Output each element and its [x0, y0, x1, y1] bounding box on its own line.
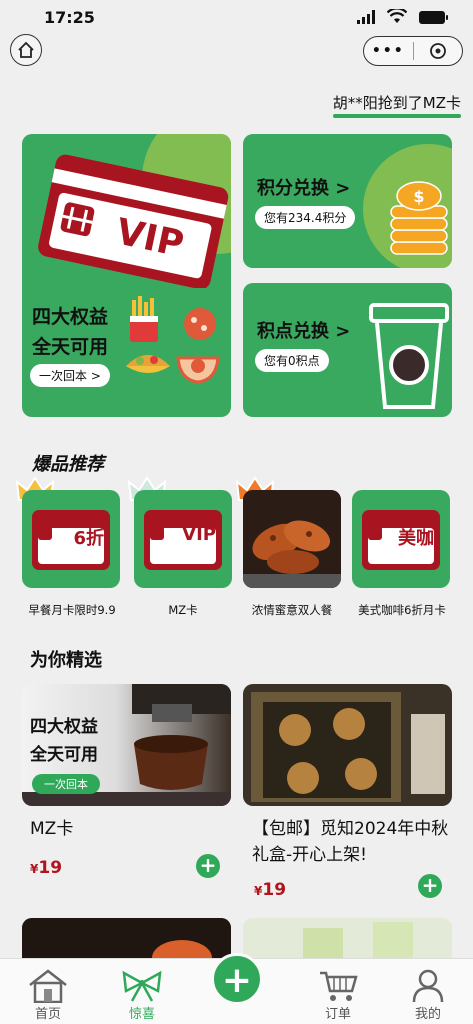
add-to-cart-button-2[interactable]: + — [418, 874, 442, 898]
hot-item-3-label: 浓情蜜意双人餐 — [251, 603, 333, 617]
hot-item-1[interactable]: 6折 — [22, 490, 120, 588]
winner-ticker: 胡**阳抢到了MZ卡 — [332, 92, 461, 118]
tab-surprise[interactable]: 惊喜 — [112, 967, 172, 1022]
tab-mine-label: 我的 — [414, 1007, 441, 1022]
svg-text:$: $ — [413, 187, 424, 206]
membership-card[interactable]: VIP 四大权益 全天可用 一次回本 > — [22, 134, 231, 417]
ticker-underline — [332, 114, 461, 118]
product-image-3[interactable] — [22, 918, 231, 958]
add-to-cart-button-1[interactable]: + — [196, 854, 220, 878]
points-balance: 您有234.4积分 — [255, 206, 356, 229]
signal-icon — [357, 10, 375, 24]
product-image-4[interactable] — [243, 918, 452, 958]
food-icons — [126, 296, 220, 384]
hot-badge-4: 美咖 — [398, 528, 434, 549]
product-1-name: MZ卡 — [30, 819, 74, 839]
points-exchange-card[interactable]: 积分兑换 > 您有234.4积分 $ — [243, 134, 452, 268]
more-options-button[interactable]: ••• — [364, 43, 413, 59]
hot-section-title: 爆品推荐 — [32, 454, 104, 475]
price-value: 19 — [38, 858, 63, 878]
tab-orders-label: 订单 — [324, 1007, 351, 1022]
benefit-line-2: 全天可用 — [32, 336, 109, 358]
benefit-line-1: 四大权益 — [32, 306, 109, 328]
mini-card-icon: 6折 — [32, 510, 110, 570]
user-icon — [412, 969, 444, 1003]
hot-badge-1: 6折 — [73, 528, 104, 549]
hot-item-2[interactable]: VIP — [134, 490, 232, 588]
coins-icon: $ — [390, 181, 448, 255]
tab-orders[interactable]: 订单 — [308, 967, 368, 1022]
tab-home[interactable]: 首页 — [18, 967, 78, 1022]
bow-icon — [122, 970, 162, 1002]
hot-item-3[interactable] — [243, 490, 341, 588]
tab-home-label: 首页 — [34, 1007, 61, 1022]
house-icon — [29, 969, 67, 1003]
product-2-name: 【包邮】觅知2024年中秋礼盒-开心上架! — [252, 819, 449, 865]
add-button[interactable]: + — [211, 953, 263, 1005]
hot-item-2-label: MZ卡 — [168, 603, 198, 617]
coffee-cup-icon — [369, 303, 449, 409]
winner-ticker-text: 胡**阳抢到了MZ卡 — [332, 94, 461, 112]
battery-icon — [419, 11, 448, 24]
wifi-icon — [387, 9, 407, 23]
home-button[interactable] — [10, 34, 42, 66]
mini-program-capsule: ••• — [363, 36, 463, 66]
pick-1-overlay-1: 四大权益 — [30, 717, 98, 737]
bottom-tab-bar: 首页 惊喜 + 订单 我的 — [0, 953, 473, 1024]
picks-section-title: 为你精选 — [30, 650, 102, 671]
tab-mine[interactable]: 我的 — [398, 967, 458, 1022]
hot-badge-2: VIP — [182, 524, 216, 545]
status-time: 17:25 — [44, 8, 95, 27]
drink-image — [243, 918, 452, 958]
price-value: 19 — [262, 880, 287, 900]
hot-item-4[interactable]: 美咖 — [352, 490, 450, 588]
close-button[interactable] — [413, 42, 462, 60]
target-icon — [429, 43, 446, 59]
points-exchange-title: 积分兑换 > — [257, 178, 351, 199]
payback-button[interactable]: 一次回本 > — [30, 364, 110, 387]
product-image-1[interactable]: 四大权益 全天可用 一次回本 — [22, 684, 231, 806]
product-image-2[interactable] — [243, 684, 452, 806]
tab-surprise-label: 惊喜 — [128, 1007, 155, 1022]
dots-exchange-card[interactable]: 积点兑换 > 您有0积点 — [243, 283, 452, 417]
product-2-price: ¥19 — [254, 880, 286, 900]
pick-1-overlay-2: 全天可用 — [30, 745, 98, 765]
hot-item-1-label: 早餐月卡限时9.9 — [28, 603, 116, 617]
status-bar: 17:25 — [0, 0, 473, 34]
mooncake-box-image — [243, 684, 452, 806]
pick-1-overlay-button: 一次回本 — [32, 774, 100, 794]
cart-icon — [320, 971, 358, 1001]
product-1-price: ¥19 — [30, 858, 62, 878]
mini-card-icon: 美咖 — [362, 510, 440, 570]
home-icon — [18, 41, 34, 58]
fire-image — [22, 918, 231, 958]
dots-exchange-title: 积点兑换 > — [257, 321, 351, 342]
hot-item-4-label: 美式咖啡6折月卡 — [358, 603, 446, 617]
dots-balance: 您有0积点 — [255, 349, 329, 372]
mini-card-icon: VIP — [144, 510, 222, 570]
chicken-wings-image — [243, 490, 341, 588]
